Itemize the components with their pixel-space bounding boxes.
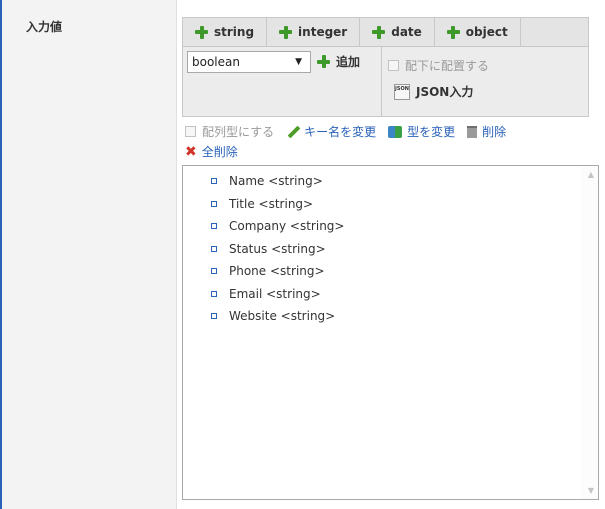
plus-icon	[279, 25, 293, 39]
change-type-label: 型を変更	[407, 125, 456, 139]
array-type-label: 配列型にする	[202, 125, 275, 139]
tree-node-type: <string>	[270, 264, 325, 279]
change-type-button[interactable]: 型を変更	[388, 123, 455, 140]
checkbox-box[interactable]	[388, 60, 399, 71]
panel-divider	[176, 0, 177, 509]
place-under-checkbox[interactable]: 配下に配置する	[388, 57, 489, 74]
delete-all-button[interactable]: ✖ 全削除	[185, 143, 238, 160]
type-tab-bar: string integer date object	[182, 17, 589, 47]
tab-string[interactable]: string	[183, 18, 268, 46]
tree-node-name: Company	[229, 219, 287, 234]
tree-node-icon	[211, 268, 217, 275]
type-select-value: boolean	[192, 55, 240, 69]
trash-icon	[467, 125, 478, 138]
pencil-icon	[287, 125, 301, 138]
type-change-icon	[388, 125, 403, 138]
tree-node[interactable]: Company <string>	[211, 215, 598, 238]
tree-node[interactable]: Name <string>	[211, 170, 598, 193]
tree-node-type: <string>	[289, 219, 345, 234]
plus-icon	[372, 25, 386, 39]
plus-icon	[195, 25, 208, 39]
place-under-label: 配下に配置する	[405, 59, 490, 73]
tree-node-name: Name	[229, 174, 265, 189]
tree-node-name: Website	[229, 309, 277, 324]
close-x-icon: ✖	[185, 143, 197, 160]
tab-date[interactable]: date	[360, 18, 435, 46]
tree-node-name: Phone	[229, 264, 267, 279]
tree-node[interactable]: Email <string>	[211, 283, 598, 306]
delete-button[interactable]: 削除	[467, 123, 506, 140]
json-input-label: JSON入力	[416, 85, 474, 99]
plus-icon	[317, 55, 330, 68]
add-button[interactable]: 追加	[317, 53, 360, 70]
delete-all-label: 全削除	[201, 145, 238, 159]
json-tree[interactable]: Name <string> Title <string> Company <st…	[182, 165, 599, 500]
tab-date-label: date	[391, 25, 422, 39]
tree-node-name: Status	[229, 241, 268, 256]
tree-node-type: <string>	[271, 241, 326, 256]
add-button-label: 追加	[336, 55, 361, 69]
plus-icon	[446, 25, 460, 39]
add-controls-panel: boolean ▼ 追加 配下に配置する JSON JSON入力	[182, 47, 589, 117]
tree-node-icon	[211, 313, 217, 320]
tree-node-type: <string>	[268, 174, 323, 189]
checkbox-box[interactable]	[185, 126, 196, 137]
array-type-checkbox[interactable]: 配列型にする	[185, 123, 274, 140]
tab-object-label: object	[465, 25, 508, 39]
tab-integer-label: integer	[298, 25, 348, 39]
tab-object[interactable]: object	[435, 18, 521, 46]
tree-node-icon	[211, 245, 217, 252]
dropdown-arrow-icon: ▼	[295, 57, 302, 67]
rename-key-label: キー名を変更	[304, 125, 377, 139]
vertical-scrollbar[interactable]: ▲ ▼	[582, 166, 598, 499]
node-toolbar: 配列型にする キー名を変更 型を変更 削除 ✖ 全削除	[185, 123, 585, 160]
tree-node-icon	[211, 290, 217, 297]
rename-key-button[interactable]: キー名を変更	[287, 123, 377, 140]
json-icon: JSON	[394, 83, 410, 100]
tree-node[interactable]: Title <string>	[211, 193, 598, 216]
tab-integer[interactable]: integer	[267, 18, 361, 46]
tree-node[interactable]: Website <string>	[211, 305, 598, 328]
tree-node-type: <string>	[266, 286, 321, 301]
tree-node-icon	[211, 223, 217, 230]
tree-node-name: Title	[229, 196, 255, 211]
controls-right-panel: 配下に配置する JSON JSON入力	[381, 47, 501, 116]
tree-node-icon	[211, 178, 217, 185]
tree-node-name: Email	[229, 286, 263, 301]
tree-node-type: <string>	[280, 309, 336, 324]
tab-string-label: string	[214, 25, 255, 39]
tree-node-icon	[211, 200, 217, 207]
json-input-button[interactable]: JSON JSON入力	[394, 83, 473, 100]
field-label: 入力値	[26, 20, 63, 34]
field-label-panel: 入力値	[0, 0, 176, 509]
delete-label: 削除	[482, 125, 507, 139]
tree-node[interactable]: Status <string>	[211, 238, 598, 261]
tree-node-type: <string>	[258, 196, 314, 211]
tree-list: Name <string> Title <string> Company <st…	[183, 166, 598, 328]
scroll-down-arrow-icon[interactable]: ▼	[588, 486, 594, 495]
tree-node[interactable]: Phone <string>	[211, 260, 598, 283]
type-select[interactable]: boolean ▼	[187, 51, 311, 73]
scroll-up-arrow-icon[interactable]: ▲	[588, 170, 594, 179]
